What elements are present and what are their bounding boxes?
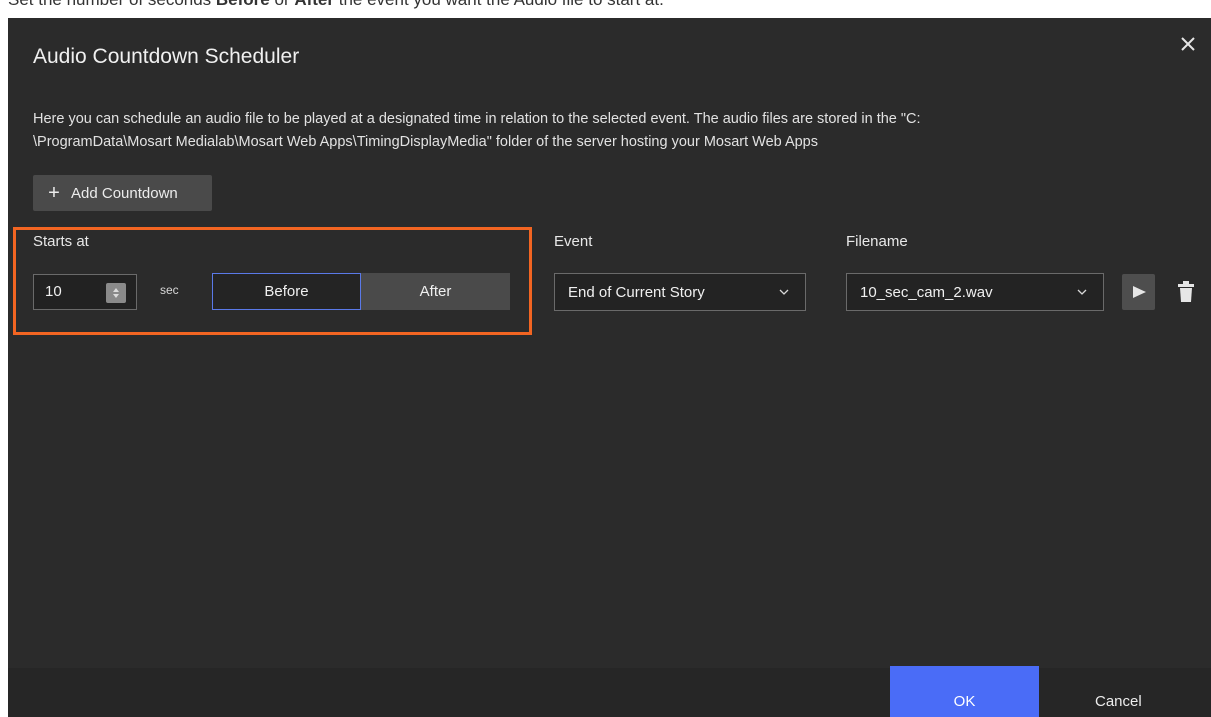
cancel-button[interactable]: Cancel bbox=[1095, 693, 1142, 710]
add-countdown-label: Add Countdown bbox=[71, 184, 178, 202]
seconds-input[interactable]: 10 bbox=[33, 274, 137, 310]
plus-icon: + bbox=[48, 182, 60, 204]
play-button[interactable] bbox=[1122, 274, 1155, 310]
ok-button[interactable]: OK bbox=[890, 666, 1039, 717]
starts-at-label: Starts at bbox=[33, 233, 89, 250]
stepper-down-icon bbox=[113, 294, 119, 298]
play-icon bbox=[1132, 286, 1146, 298]
event-select-value: End of Current Story bbox=[568, 283, 705, 301]
seconds-stepper[interactable] bbox=[106, 283, 126, 303]
filename-select-value: 10_sec_cam_2.wav bbox=[860, 283, 993, 301]
chevron-down-icon bbox=[1077, 289, 1087, 295]
caption-text: the event you want the Audio file to sta… bbox=[334, 0, 664, 9]
seconds-unit-label: sec bbox=[160, 283, 179, 297]
seconds-value: 10 bbox=[45, 283, 62, 300]
dialog-description: Here you can schedule an audio file to b… bbox=[33, 108, 1183, 154]
trash-icon bbox=[1178, 281, 1194, 302]
delete-button[interactable] bbox=[1177, 281, 1195, 303]
description-line: Here you can schedule an audio file to b… bbox=[33, 111, 921, 127]
close-icon bbox=[1181, 37, 1195, 51]
chevron-down-icon bbox=[779, 289, 789, 295]
description-line: \ProgramData\Mosart Medialab\Mosart Web … bbox=[33, 134, 818, 150]
caption-text: Set the number of seconds bbox=[8, 0, 216, 9]
stepper-up-icon bbox=[113, 288, 119, 292]
dialog-title: Audio Countdown Scheduler bbox=[33, 45, 300, 68]
event-label: Event bbox=[554, 233, 593, 250]
filename-label: Filename bbox=[846, 233, 908, 250]
filename-select[interactable]: 10_sec_cam_2.wav bbox=[846, 273, 1104, 311]
before-toggle-button[interactable]: Before bbox=[212, 273, 361, 310]
caption-before-word: Before bbox=[216, 0, 270, 9]
caption-after-word: After bbox=[294, 0, 334, 9]
audio-countdown-dialog: Audio Countdown Scheduler Here you can s… bbox=[8, 18, 1211, 717]
after-toggle-button[interactable]: After bbox=[361, 273, 510, 310]
doc-caption: Set the number of seconds Before or Afte… bbox=[8, 0, 664, 9]
add-countdown-button[interactable]: + Add Countdown bbox=[33, 175, 212, 211]
caption-text: or bbox=[270, 0, 295, 9]
event-select[interactable]: End of Current Story bbox=[554, 273, 806, 311]
close-button[interactable] bbox=[1176, 32, 1200, 56]
